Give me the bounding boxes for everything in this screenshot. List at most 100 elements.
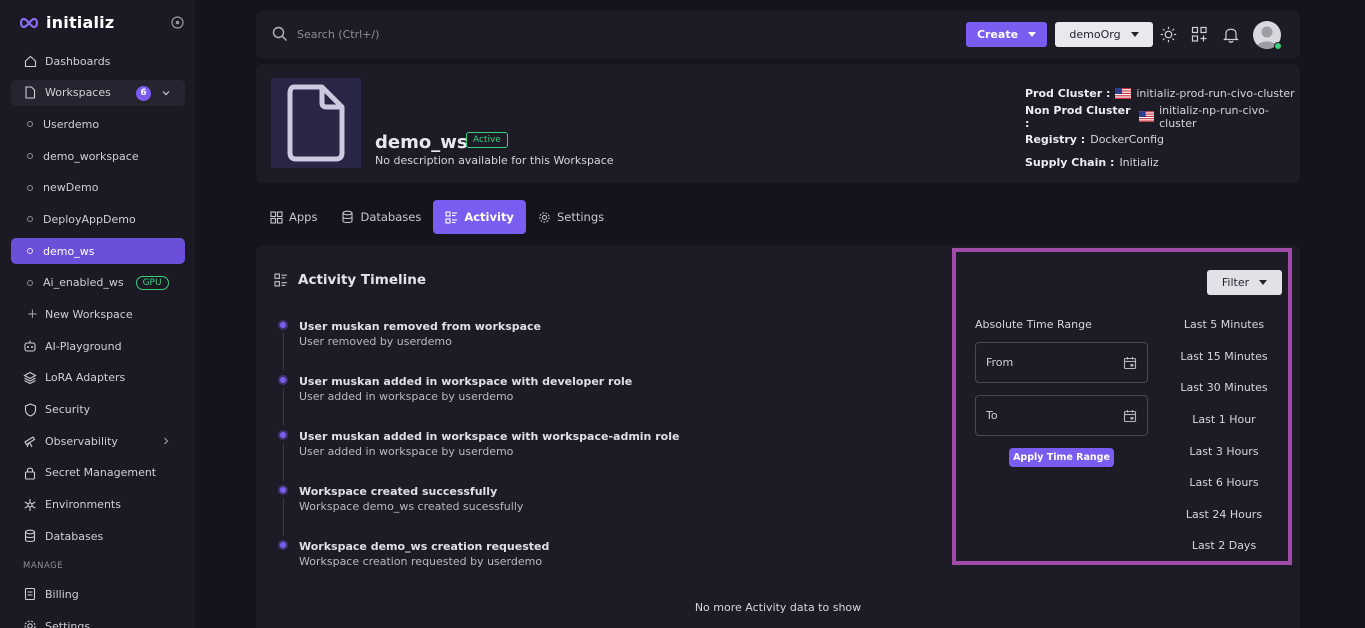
to-date-field[interactable]: To <box>975 395 1148 436</box>
sidebar-workspace-ai-enabled-ws[interactable]: Ai_enabled_ws GPU <box>11 270 185 296</box>
sidebar-item-label: newDemo <box>43 181 99 195</box>
sidebar-item-secret-management[interactable]: Secret Management <box>11 460 185 486</box>
apply-time-range-button[interactable]: Apply Time Range <box>1009 448 1114 467</box>
sun-icon[interactable] <box>1160 26 1177 43</box>
tab-label: Databases <box>360 210 422 224</box>
meta-value: initializ-prod-run-civo-cluster <box>1136 87 1295 100</box>
sidebar-item-security[interactable]: Security <box>11 397 185 423</box>
tab-settings[interactable]: Settings <box>526 200 616 234</box>
activity-timeline: User muskan removed from workspace User … <box>278 320 878 595</box>
status-badge: Active <box>466 132 508 148</box>
sidebar-item-billing[interactable]: Billing <box>11 581 185 607</box>
org-selector[interactable]: demoOrg <box>1055 22 1153 47</box>
range-last-3-hours[interactable]: Last 3 Hours <box>1164 435 1284 467</box>
tab-databases[interactable]: Databases <box>329 200 433 234</box>
sidebar-item-label: demo_workspace <box>43 149 139 163</box>
brand-name: initializ <box>46 13 115 32</box>
circle-icon <box>27 279 33 286</box>
timeline-item: User muskan added in workspace with deve… <box>278 375 878 430</box>
filter-button-label: Filter <box>1221 276 1250 289</box>
collapse-sidebar-icon[interactable] <box>171 16 184 29</box>
from-date-field[interactable]: From <box>975 342 1148 383</box>
search-icon <box>272 26 287 41</box>
range-last-15-minutes[interactable]: Last 15 Minutes <box>1164 341 1284 373</box>
bell-icon[interactable] <box>1223 26 1239 43</box>
database-icon <box>342 210 354 224</box>
nonprod-cluster-row: Non Prod Cluster : initializ-np-run-civo… <box>1025 103 1300 130</box>
tab-label: Settings <box>556 210 605 224</box>
caret-down-icon <box>1028 32 1037 37</box>
gear-icon <box>23 619 37 628</box>
timeline-subtitle: User removed by userdemo <box>299 335 452 348</box>
activity-list-icon <box>445 210 458 224</box>
sidebar-item-label: Environments <box>45 498 121 512</box>
tab-activity[interactable]: Activity <box>433 200 526 234</box>
activity-list-icon <box>274 273 287 287</box>
timeline-dot <box>278 375 288 385</box>
create-button[interactable]: Create <box>966 22 1047 47</box>
us-flag-icon <box>1115 88 1132 99</box>
range-last-1-hour[interactable]: Last 1 Hour <box>1164 404 1284 436</box>
sidebar-item-settings[interactable]: Settings <box>11 613 185 628</box>
range-last-2-days[interactable]: Last 2 Days <box>1164 530 1284 562</box>
sidebar-item-label: Billing <box>45 587 79 601</box>
sidebar-item-label: Dashboards <box>45 54 111 68</box>
sidebar-new-workspace[interactable]: + New Workspace <box>11 302 185 328</box>
lock-icon <box>23 466 37 480</box>
calendar-icon[interactable] <box>1123 409 1137 423</box>
timeline-title: User muskan added in workspace with work… <box>299 430 680 443</box>
file-icon <box>287 84 345 162</box>
workspace-name: demo_ws <box>375 132 468 153</box>
workspace-meta: Prod Cluster : initializ-prod-run-civo-c… <box>1025 82 1300 174</box>
sidebar-workspace-demo-workspace[interactable]: demo_workspace <box>11 143 185 169</box>
sidebar-workspace-deployappdemo[interactable]: DeployAppDemo <box>11 206 185 232</box>
database-icon <box>23 529 37 543</box>
chevron-right-icon[interactable] <box>161 436 171 446</box>
sidebar-item-label: Secret Management <box>45 466 157 480</box>
no-more-activity: No more Activity data to show <box>694 601 862 614</box>
range-last-6-hours[interactable]: Last 6 Hours <box>1164 467 1284 499</box>
range-last-30-minutes[interactable]: Last 30 Minutes <box>1164 372 1284 404</box>
sidebar-workspace-demo-ws[interactable]: demo_ws <box>11 238 185 265</box>
chevron-down-icon[interactable] <box>161 88 171 98</box>
online-status-dot <box>1274 42 1282 50</box>
tab-apps[interactable]: Apps <box>258 200 329 234</box>
timeline-dot <box>278 485 288 495</box>
timeline-item: Workspace created successfully Workspace… <box>278 485 878 540</box>
sidebar-item-label: LoRA Adapters <box>45 371 126 385</box>
org-selector-label: demoOrg <box>1069 28 1121 41</box>
meta-value: DockerConfig <box>1090 133 1165 146</box>
sidebar: initializ Dashboards Workspaces 6 Userde… <box>0 0 195 628</box>
sidebar-item-workspaces[interactable]: Workspaces 6 <box>11 79 185 106</box>
search-input[interactable] <box>297 27 497 41</box>
sidebar-item-ai-playground[interactable]: AI-Playground <box>11 333 185 359</box>
timeline-title: Workspace created successfully <box>299 485 498 498</box>
timeline-item: User muskan removed from workspace User … <box>278 320 878 375</box>
sidebar-item-databases[interactable]: Databases <box>11 523 185 549</box>
filter-panel: Filter Absolute Time Range From To Apply… <box>952 248 1292 565</box>
sidebar-item-environments[interactable]: Environments <box>11 492 185 518</box>
layers-icon <box>23 371 37 385</box>
file-icon <box>23 86 37 100</box>
search-box[interactable] <box>272 26 497 42</box>
apps-add-icon[interactable] <box>1191 26 1208 43</box>
sidebar-item-label: Settings <box>45 619 91 628</box>
sidebar-item-dashboards[interactable]: Dashboards <box>11 48 185 74</box>
activity-title-text: Activity Timeline <box>298 272 426 288</box>
meta-value: initializ-np-run-civo-cluster <box>1159 103 1270 130</box>
calendar-icon[interactable] <box>1123 356 1137 370</box>
filter-button[interactable]: Filter <box>1207 270 1282 295</box>
sidebar-item-lora-adapters[interactable]: LoRA Adapters <box>11 365 185 391</box>
meta-label: Registry : <box>1025 133 1086 146</box>
sidebar-workspace-userdemo[interactable]: Userdemo <box>11 111 185 137</box>
sidebar-item-label: Observability <box>45 434 118 448</box>
shield-icon <box>23 402 37 417</box>
caret-down-icon <box>1259 280 1268 285</box>
range-last-5-minutes[interactable]: Last 5 Minutes <box>1164 309 1284 341</box>
sidebar-workspace-newdemo[interactable]: newDemo <box>11 175 185 201</box>
caret-down-icon <box>1130 32 1139 37</box>
workspace-thumbnail <box>271 78 361 168</box>
logo[interactable]: initializ <box>18 13 114 32</box>
sidebar-item-observability[interactable]: Observability <box>11 428 185 454</box>
range-last-24-hours[interactable]: Last 24 Hours <box>1164 499 1284 531</box>
